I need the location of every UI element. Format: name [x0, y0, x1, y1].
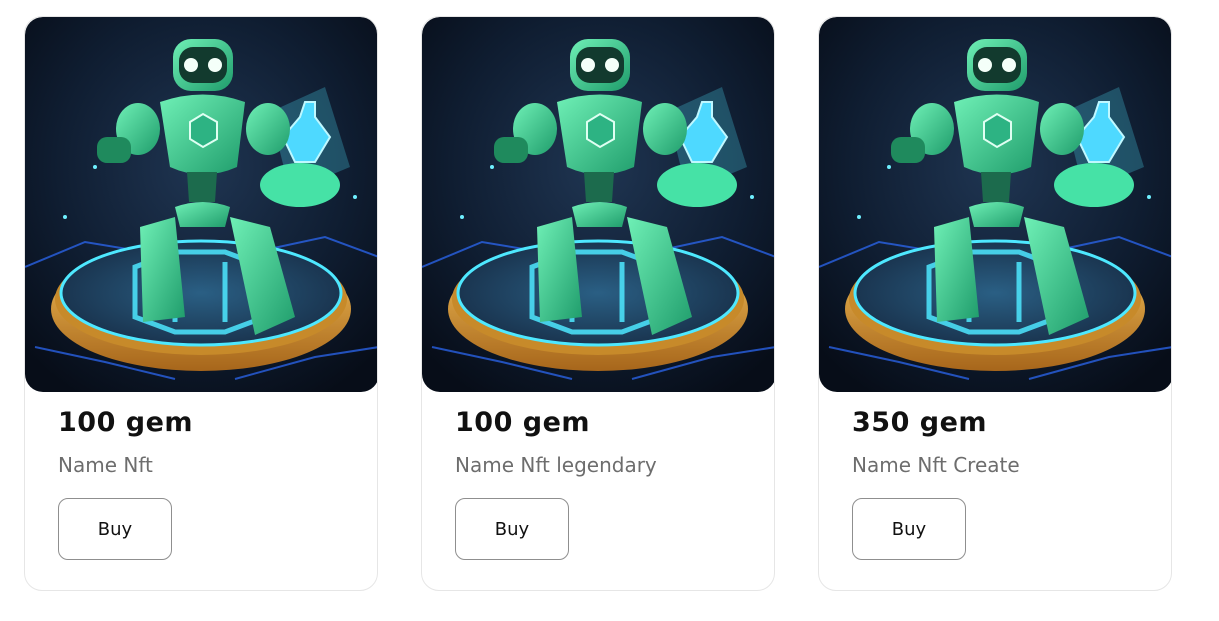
robot-illustration — [25, 17, 377, 392]
nft-name: Name Nft Create — [852, 453, 1020, 477]
nft-card: 350 gem Name Nft Create Buy — [818, 16, 1172, 591]
nft-image[interactable] — [25, 17, 377, 392]
nft-price: 350 gem — [852, 407, 988, 438]
buy-button[interactable]: Buy — [852, 498, 966, 560]
nft-name: Name Nft — [58, 453, 153, 477]
nft-card-grid: 100 gem Name Nft Buy 100 gem Name Nft le… — [0, 0, 1219, 621]
nft-image[interactable] — [422, 17, 774, 392]
nft-price: 100 gem — [455, 407, 591, 438]
robot-illustration — [422, 17, 774, 392]
buy-button[interactable]: Buy — [455, 498, 569, 560]
nft-name: Name Nft legendary — [455, 453, 657, 477]
nft-image[interactable] — [819, 17, 1171, 392]
nft-price: 100 gem — [58, 407, 194, 438]
buy-button[interactable]: Buy — [58, 498, 172, 560]
nft-card: 100 gem Name Nft legendary Buy — [421, 16, 775, 591]
nft-card: 100 gem Name Nft Buy — [24, 16, 378, 591]
robot-illustration — [819, 17, 1171, 392]
